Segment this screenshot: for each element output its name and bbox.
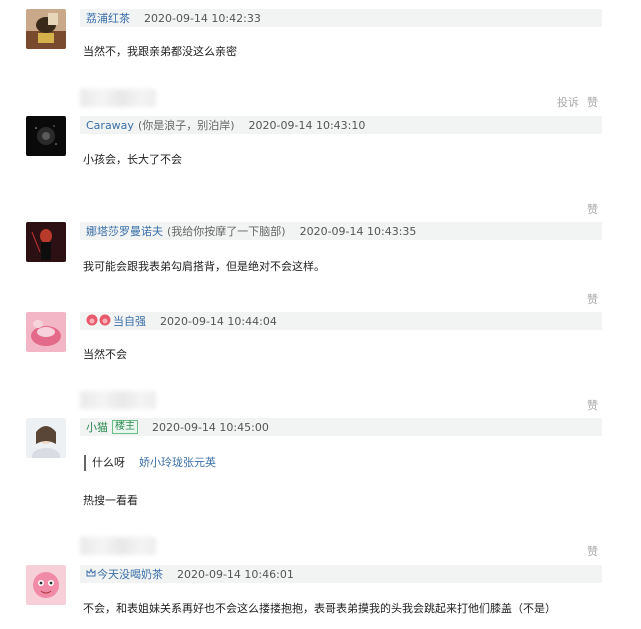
- comment-text: 当然不会: [83, 348, 127, 361]
- comment-text: 我可能会跟我表弟勾肩搭背，但是绝对不会这样。: [83, 260, 325, 273]
- like-link[interactable]: 赞: [587, 543, 598, 559]
- pig-icon: [86, 314, 112, 329]
- report-link[interactable]: 投诉: [557, 94, 579, 110]
- comment-meta: 娜塔莎罗曼诺夫 (我给你按摩了一下脑部) 2020-09-14 10:43:35: [80, 222, 602, 240]
- comment-meta: 当自强 2020-09-14 10:44:04: [80, 312, 602, 330]
- comment-meta: 今天没喝奶茶 2020-09-14 10:46:01: [80, 565, 602, 583]
- like-link[interactable]: 赞: [587, 201, 598, 217]
- comment-meta: 小猫 楼主 2020-09-14 10:45:00: [80, 418, 602, 436]
- blurred-reply: [80, 391, 156, 409]
- timestamp: 2020-09-14 10:43:35: [299, 224, 417, 238]
- comment-meta: Caraway (你是浪子，别泊岸) 2020-09-14 10:43:10: [80, 116, 602, 134]
- avatar[interactable]: [26, 565, 66, 605]
- comment-text: 当然不，我跟亲弟都没这么亲密: [83, 45, 237, 58]
- comment-meta: 荔浦红茶 2020-09-14 10:42:33: [80, 9, 602, 27]
- username[interactable]: 小猫: [80, 419, 108, 435]
- op-badge: 楼主: [112, 420, 138, 434]
- timestamp: 2020-09-14 10:43:10: [248, 118, 366, 132]
- comment-text: 不会，和表姐妹关系再好也不会这么搂搂抱抱，表哥表弟摸我的头我会跳起来打他们膝盖（…: [83, 602, 556, 615]
- username[interactable]: Caraway: [80, 119, 134, 132]
- blurred-reply: [80, 89, 156, 107]
- avatar[interactable]: [26, 222, 66, 262]
- username[interactable]: 今天没喝奶茶: [96, 566, 163, 582]
- quote-text: 什么呀: [92, 456, 125, 469]
- username[interactable]: 娜塔莎罗曼诺夫: [80, 223, 163, 239]
- quoted-username[interactable]: 娇小玲珑张元英: [139, 456, 216, 469]
- avatar[interactable]: [26, 312, 66, 352]
- user-signature: (你是浪子，别泊岸): [137, 119, 235, 132]
- like-link[interactable]: 赞: [587, 94, 598, 110]
- blurred-reply: [80, 537, 156, 555]
- quote-block: 什么呀 娇小玲珑张元英: [84, 455, 216, 471]
- timestamp: 2020-09-14 10:44:04: [160, 314, 277, 328]
- comment-text: 小孩会，长大了不会: [83, 153, 182, 166]
- like-link[interactable]: 赞: [587, 291, 598, 307]
- timestamp: 2020-09-14 10:42:33: [144, 11, 261, 25]
- comment-text: 热搜一看看: [83, 494, 138, 507]
- timestamp: 2020-09-14 10:46:01: [177, 567, 294, 581]
- avatar[interactable]: [26, 9, 66, 49]
- username[interactable]: 荔浦红茶: [80, 10, 130, 26]
- username[interactable]: 当自强: [112, 313, 146, 329]
- avatar[interactable]: [26, 116, 66, 156]
- timestamp: 2020-09-14 10:45:00: [152, 420, 269, 434]
- crown-icon: [86, 567, 96, 581]
- like-link[interactable]: 赞: [587, 397, 598, 413]
- user-signature: (我给你按摩了一下脑部): [167, 225, 286, 238]
- avatar[interactable]: [26, 418, 66, 458]
